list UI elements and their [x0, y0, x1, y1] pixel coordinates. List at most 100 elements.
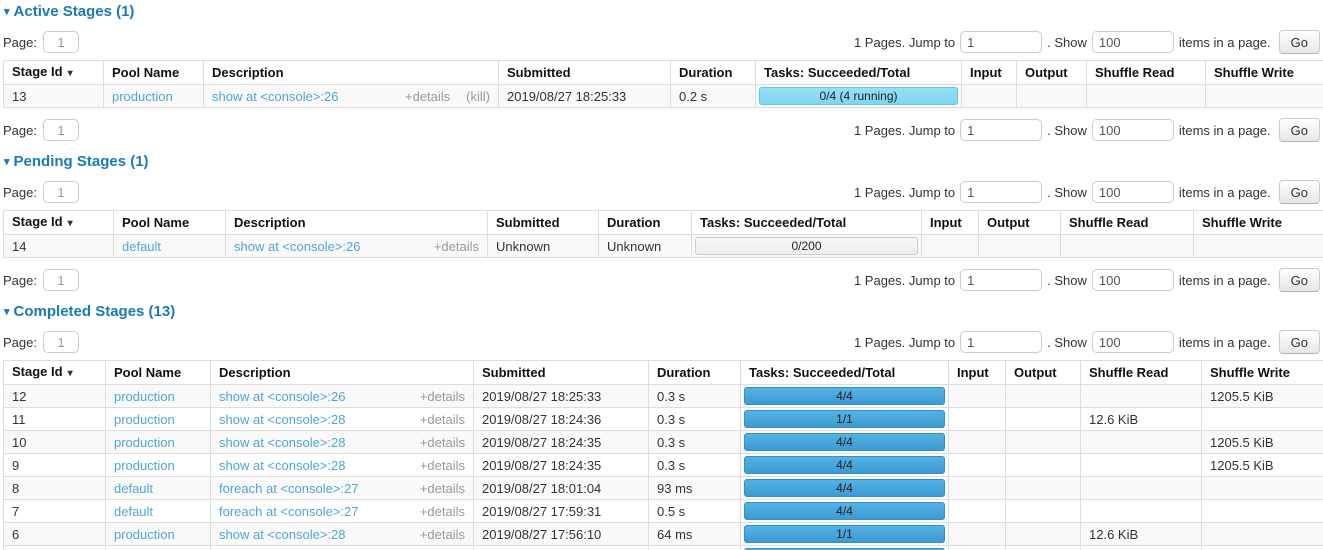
column-header-description[interactable]: Description: [204, 61, 499, 85]
stage-description-link[interactable]: show at <console>:26: [212, 89, 338, 104]
pool-name-link[interactable]: production: [114, 412, 175, 427]
description-actions: +details: [404, 481, 465, 496]
column-header-tasks-succeeded-total[interactable]: Tasks: Succeeded/Total: [741, 361, 949, 385]
pool-name-link[interactable]: production: [114, 527, 175, 542]
page-label: Page:: [3, 185, 37, 200]
jump-to-input[interactable]: [960, 331, 1042, 353]
column-header-pool-name[interactable]: Pool Name: [106, 361, 211, 385]
page-number-input[interactable]: [43, 119, 79, 141]
details-link[interactable]: +details: [420, 458, 465, 473]
column-header-label: Pool Name: [114, 365, 181, 380]
task-progress-bar: 1/1: [744, 525, 945, 543]
column-header-duration[interactable]: Duration: [649, 361, 741, 385]
column-header-output[interactable]: Output: [1017, 61, 1087, 85]
details-link[interactable]: +details: [420, 412, 465, 427]
column-header-shuffle-write[interactable]: Shuffle Write: [1194, 211, 1323, 235]
details-link[interactable]: +details: [420, 389, 465, 404]
go-button[interactable]: Go: [1279, 268, 1320, 292]
go-button[interactable]: Go: [1279, 118, 1320, 142]
stage-description-link[interactable]: show at <console>:26: [234, 239, 360, 254]
cell-submitted: 2019/08/27 18:25:33: [474, 385, 649, 408]
pool-name-link[interactable]: production: [114, 435, 175, 450]
column-header-input[interactable]: Input: [949, 361, 1006, 385]
cell-description: show at <console>:26 +details: [226, 235, 488, 258]
stage-row-7: 7defaultforeach at <console>:27+details2…: [4, 500, 1323, 523]
column-header-shuffle-read[interactable]: Shuffle Read: [1061, 211, 1194, 235]
column-header-duration[interactable]: Duration: [599, 211, 692, 235]
page-number-input[interactable]: [43, 181, 79, 203]
pool-name-link[interactable]: default: [122, 239, 161, 254]
page-number-input[interactable]: [43, 331, 79, 353]
cell-shuffle-write: [1202, 477, 1323, 500]
stage-description-link[interactable]: foreach at <console>:27: [219, 481, 359, 496]
go-button[interactable]: Go: [1279, 330, 1320, 354]
cell-stage-id: 11: [4, 408, 106, 431]
pool-name-link[interactable]: production: [114, 458, 175, 473]
column-header-submitted[interactable]: Submitted: [488, 211, 599, 235]
details-link[interactable]: +details: [405, 89, 450, 104]
cell-input: [949, 454, 1006, 477]
details-link[interactable]: +details: [420, 504, 465, 519]
stage-description-link[interactable]: show at <console>:28: [219, 412, 345, 427]
column-header-pool-name[interactable]: Pool Name: [114, 211, 226, 235]
stage-description-link[interactable]: show at <console>:28: [219, 435, 345, 450]
column-header-input[interactable]: Input: [922, 211, 979, 235]
column-header-tasks-succeeded-total[interactable]: Tasks: Succeeded/Total: [756, 61, 962, 85]
column-header-stage-id[interactable]: Stage Id▾: [4, 211, 114, 235]
column-header-output[interactable]: Output: [1006, 361, 1081, 385]
column-header-stage-id[interactable]: Stage Id▾: [4, 361, 106, 385]
details-link[interactable]: +details: [420, 481, 465, 496]
go-button[interactable]: Go: [1279, 30, 1320, 54]
column-header-description[interactable]: Description: [226, 211, 488, 235]
page-right: 1 Pages. Jump to. Showitems in a page.Go: [849, 180, 1320, 204]
go-button[interactable]: Go: [1279, 180, 1320, 204]
cell-description: show at <console>:28 +details: [211, 408, 474, 431]
stage-description-link[interactable]: show at <console>:26: [219, 389, 345, 404]
pool-name-link[interactable]: production: [112, 89, 173, 104]
section-header-pending[interactable]: ▾Pending Stages (1): [4, 154, 1320, 171]
column-header-shuffle-read[interactable]: Shuffle Read: [1087, 61, 1206, 85]
column-header-input[interactable]: Input: [962, 61, 1017, 85]
pool-name-link[interactable]: production: [114, 389, 175, 404]
cell-shuffle-read: [1081, 454, 1202, 477]
column-header-shuffle-write[interactable]: Shuffle Write: [1202, 361, 1323, 385]
stage-description-link[interactable]: show at <console>:28: [219, 527, 345, 542]
jump-to-input[interactable]: [960, 269, 1042, 291]
column-header-duration[interactable]: Duration: [671, 61, 756, 85]
column-header-description[interactable]: Description: [211, 361, 474, 385]
column-header-pool-name[interactable]: Pool Name: [104, 61, 204, 85]
jump-to-input[interactable]: [960, 119, 1042, 141]
page-number-input[interactable]: [43, 269, 79, 291]
page-number-input[interactable]: [43, 31, 79, 53]
cell-submitted: 2019/08/27 18:24:36: [474, 408, 649, 431]
column-header-submitted[interactable]: Submitted: [474, 361, 649, 385]
column-header-tasks-succeeded-total[interactable]: Tasks: Succeeded/Total: [692, 211, 922, 235]
show-count-input[interactable]: [1092, 331, 1174, 353]
kill-link[interactable]: (kill): [466, 89, 490, 104]
details-link[interactable]: +details: [420, 435, 465, 450]
column-header-shuffle-write[interactable]: Shuffle Write: [1206, 61, 1323, 85]
show-count-input[interactable]: [1092, 269, 1174, 291]
cell-shuffle-read: 12.6 KiB: [1081, 523, 1202, 546]
cell-shuffle-read: [1081, 500, 1202, 523]
cell-input: [922, 235, 979, 258]
show-count-input[interactable]: [1092, 119, 1174, 141]
details-link[interactable]: +details: [434, 239, 479, 254]
jump-to-input[interactable]: [960, 181, 1042, 203]
stage-description-link[interactable]: show at <console>:28: [219, 458, 345, 473]
column-header-submitted[interactable]: Submitted: [499, 61, 671, 85]
show-count-input[interactable]: [1092, 181, 1174, 203]
details-link[interactable]: +details: [420, 527, 465, 542]
pool-name-link[interactable]: default: [114, 481, 153, 496]
section-header-completed[interactable]: ▾Completed Stages (13): [4, 304, 1320, 321]
stage-description-link[interactable]: foreach at <console>:27: [219, 504, 359, 519]
description-cell: show at <console>:26 +details: [234, 239, 479, 254]
cell-description: foreach at <console>:27 +details: [211, 500, 474, 523]
column-header-shuffle-read[interactable]: Shuffle Read: [1081, 361, 1202, 385]
show-count-input[interactable]: [1092, 31, 1174, 53]
jump-to-input[interactable]: [960, 31, 1042, 53]
section-header-active[interactable]: ▾Active Stages (1): [4, 4, 1320, 21]
column-header-stage-id[interactable]: Stage Id▾: [4, 61, 104, 85]
column-header-output[interactable]: Output: [979, 211, 1061, 235]
pool-name-link[interactable]: default: [114, 504, 153, 519]
